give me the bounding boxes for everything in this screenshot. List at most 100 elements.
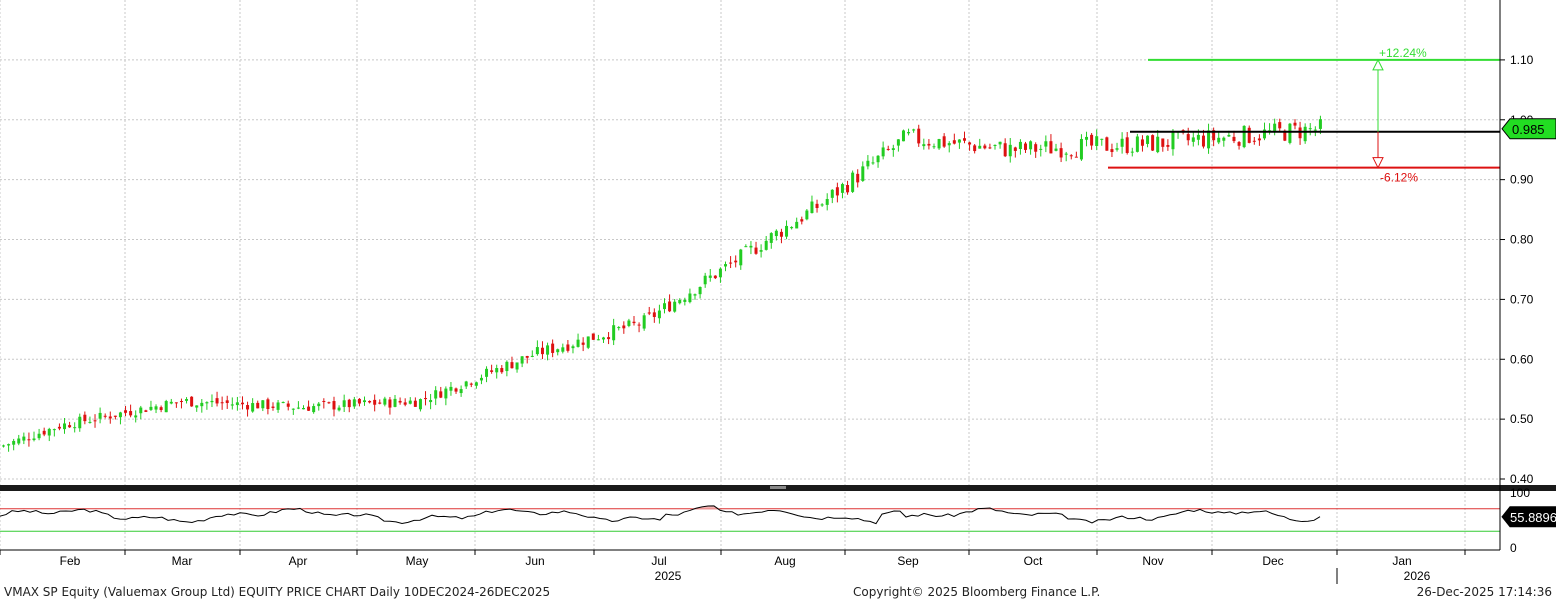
month-label: Dec (1262, 554, 1283, 568)
candle-body (291, 408, 295, 410)
last-price-label: 0.985 (1512, 122, 1545, 137)
candle-body (7, 444, 11, 446)
candle-body (734, 260, 738, 263)
candle-body (790, 227, 794, 229)
candle-body (149, 406, 153, 410)
month-label: Jan (1392, 554, 1411, 568)
chart-description: VMAX SP Equity (Valuemax Group Ltd) EQUI… (4, 585, 551, 599)
candle-body (759, 250, 763, 252)
candle-body (1247, 127, 1251, 143)
candle-body (1044, 141, 1048, 147)
candle-body (957, 139, 961, 143)
candle-body (754, 247, 758, 254)
candle-body (1298, 127, 1302, 139)
candle-body (749, 245, 753, 248)
month-label: Aug (774, 554, 795, 568)
candle-body (607, 337, 611, 340)
candle-body (617, 327, 621, 329)
candle-body (1232, 136, 1236, 142)
month-label: Apr (289, 554, 308, 568)
candle-body (866, 160, 870, 167)
candle-body (1252, 140, 1256, 142)
candle-body (1079, 138, 1083, 160)
month-label: Jul (651, 554, 666, 568)
candle-body (12, 440, 16, 445)
candle-body (124, 410, 128, 413)
candle-body (190, 396, 194, 407)
candle-body (968, 142, 972, 145)
candle-body (276, 402, 280, 410)
candle-body (846, 184, 850, 193)
candle-body (378, 402, 382, 404)
candle-body (1125, 137, 1129, 153)
candle-body (907, 132, 911, 134)
candle-body (322, 400, 326, 402)
candle-body (347, 399, 351, 408)
candle-body (576, 339, 580, 347)
candle-body (459, 389, 463, 394)
candle-body (169, 401, 173, 404)
candle-body (744, 246, 748, 248)
candle-body (1039, 148, 1043, 150)
candle-body (403, 402, 407, 405)
year-label: 2025 (655, 569, 682, 583)
candle-body (591, 333, 595, 340)
y-tick-label: 0.70 (1510, 292, 1534, 306)
candle-body (1059, 148, 1063, 158)
candle-body (520, 356, 524, 364)
candle-body (785, 225, 789, 237)
candle-body (729, 262, 733, 264)
candle-body (1034, 144, 1038, 152)
candle-body (240, 402, 244, 405)
candle-body (525, 355, 529, 358)
candle-body (1115, 148, 1119, 150)
candle-body (312, 406, 316, 413)
candle-body (373, 399, 377, 405)
candle-body (200, 402, 204, 407)
candle-body (1227, 134, 1231, 137)
candle-body (886, 148, 890, 150)
rsi-tick-label: 0 (1510, 541, 1517, 555)
candle-body (688, 293, 692, 303)
candle-body (32, 438, 36, 441)
y-tick-label: 1.10 (1510, 53, 1534, 67)
candle-body (159, 407, 163, 411)
candle-body (1054, 148, 1058, 151)
candle-body (820, 204, 824, 206)
candle-body (540, 347, 544, 355)
candle-body (1146, 135, 1150, 144)
candle-body (505, 361, 509, 372)
candle-body (205, 402, 209, 404)
candle-body (546, 345, 550, 355)
candle-body (942, 136, 946, 147)
candle-body (612, 325, 616, 341)
candle-body (246, 405, 250, 410)
candle-body (1074, 156, 1078, 158)
candle-body (363, 400, 367, 403)
candle-body (1100, 138, 1104, 140)
candle-body (1049, 141, 1053, 154)
month-label: Nov (1142, 554, 1163, 568)
candle-body (2, 445, 5, 447)
candle-body (1242, 125, 1246, 148)
candle-body (73, 427, 77, 429)
candle-body (1166, 145, 1170, 147)
candle-body (1151, 135, 1155, 151)
candle-body (185, 399, 189, 401)
candle-body (891, 148, 895, 151)
candle-body (1191, 137, 1195, 142)
candle-body (871, 162, 875, 164)
candle-body (266, 399, 270, 410)
month-label: Oct (1024, 554, 1043, 568)
candle-body (912, 129, 916, 131)
candle-body (1024, 143, 1028, 150)
candle-body (383, 398, 387, 405)
candle-body (678, 299, 682, 304)
candle-body (454, 388, 458, 392)
candle-body (281, 402, 285, 404)
month-label: Sep (897, 554, 919, 568)
candle-body (215, 398, 219, 404)
candle-body (332, 401, 336, 410)
candle-body (1257, 138, 1261, 141)
candle-body (1008, 144, 1012, 157)
